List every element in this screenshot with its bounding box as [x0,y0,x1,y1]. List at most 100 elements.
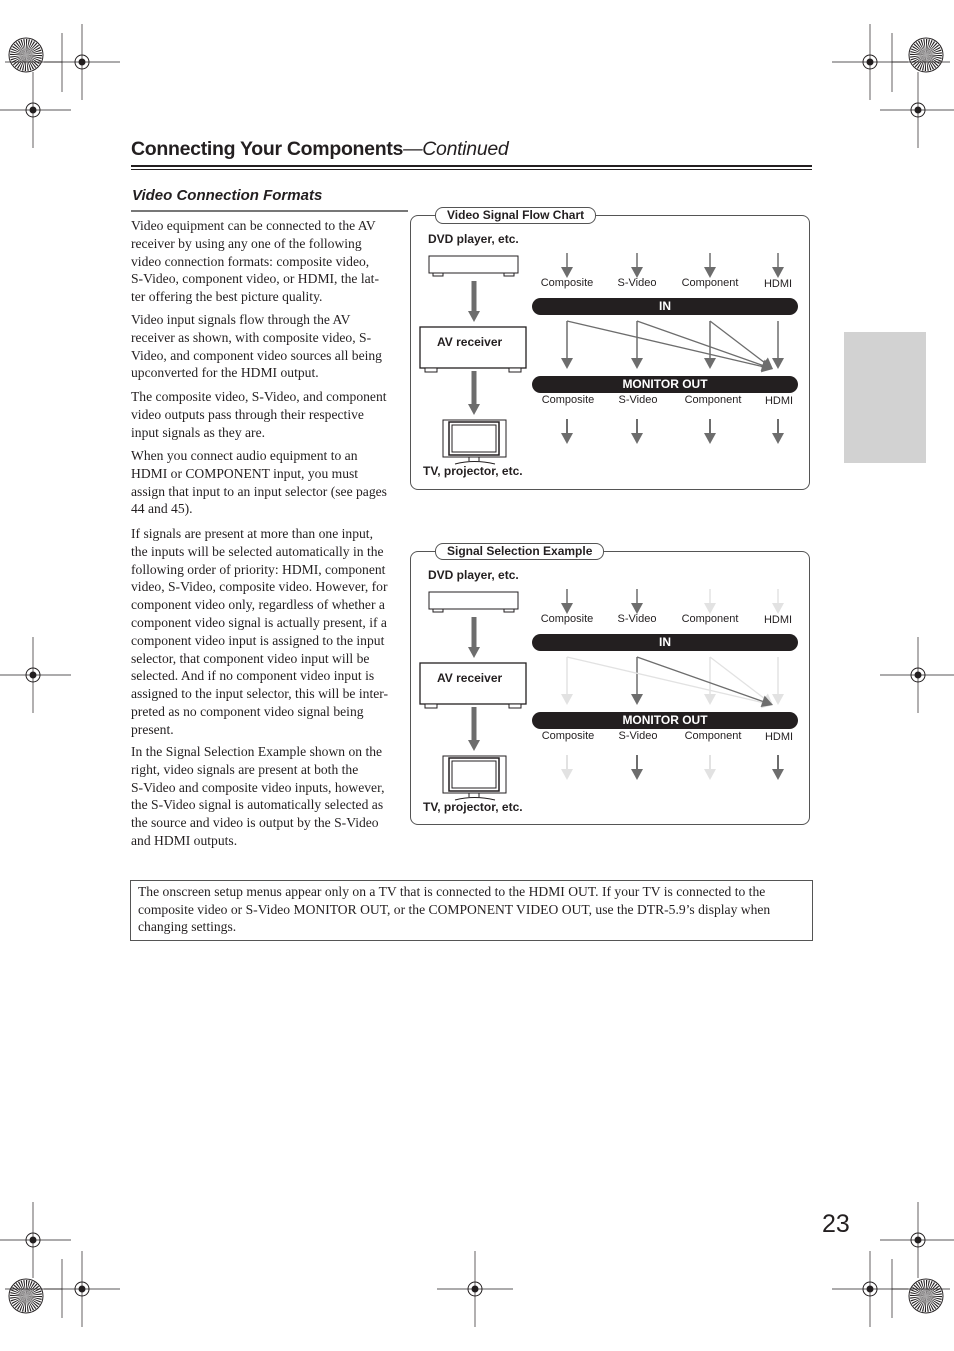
input-label: S-Video [617,613,657,625]
paragraph: If signals are present at more than one … [131,525,406,739]
input-arrow [631,253,643,278]
page-number: 23 [822,1210,850,1238]
output-arrow [631,419,643,444]
in-bar: IN [532,634,798,651]
passthrough-arrow [772,657,784,705]
paragraph-line: present. [131,721,174,737]
header-rule-thin [131,169,812,170]
output-arrow [772,755,784,780]
output-arrow [704,419,716,444]
display-label: TV, projector, etc. [423,800,523,814]
signal-selection-example: Signal Selection Example DVD player, etc.… [410,543,810,825]
input-arrow [561,253,573,278]
input-label: Component [681,277,739,289]
starburst-mark-icon [908,37,944,73]
header-title: Connecting Your Components [131,138,404,160]
source-to-receiver-arrow [468,281,480,322]
paragraph-line: selected. And if no component video inpu… [131,668,375,684]
paragraph-line: upconverted for the HDMI output. [131,365,319,381]
paragraph-line: In the Signal Selection Example shown on… [131,744,383,759]
source-label: DVD player, etc. [428,568,519,582]
paragraph-line: Video input signals flow through the AV [131,312,351,327]
passthrough-arrow [561,657,573,705]
passthrough-arrow [631,657,643,705]
input-arrow [561,589,573,614]
output-label: HDMI [764,731,794,743]
paragraph-line: selector, that component video input wil… [131,650,370,666]
passthrough-arrow [772,321,784,369]
registration-mark-icon [0,1202,71,1278]
paragraph-line: video connection formats: composite vide… [131,253,370,269]
upconvert-arrow [566,320,773,373]
paragraph-line: the source and video is output by the S-… [131,815,379,831]
upconvert-arrow [636,320,773,371]
section-title: Video Connection Formats [132,187,323,204]
registration-mark-icon [0,72,71,148]
header-continued: —Continued [403,138,509,160]
paragraph: When you connect audio equipment to an HD… [131,447,406,518]
monitor-out-bar: MONITOR OUT [532,376,798,393]
receiver-to-display-arrow [468,707,480,751]
output-label: HDMI [764,395,794,407]
receiver-to-display-arrow [468,371,480,415]
output-arrow [561,419,573,444]
input-label: Component [681,613,739,625]
paragraph-line: following order of priority: HDMI, compo… [131,561,386,577]
paragraph-line: assign that input to an input selector (… [131,483,387,499]
paragraph-line: video, S-Video, composite video. However… [131,579,388,595]
paragraph-line: ter offering the best picture quality. [131,289,323,305]
paragraph-line: receiver by using any one of the followi… [131,235,362,251]
starburst-mark-icon [908,1278,944,1314]
paragraph-line: input signals as they are. [131,424,266,440]
output-arrow [561,755,573,780]
input-arrow [631,589,643,614]
display-label: TV, projector, etc. [423,464,523,478]
output-label: S-Video [618,730,658,742]
paragraph-line: S-Video and composite video inputs, howe… [131,779,385,795]
paragraph-line: HDMI or COMPONENT input, you must [131,465,359,481]
paragraph-line: the inputs will be selected automaticall… [131,543,384,559]
input-arrow [704,589,716,614]
dvd-player-icon [428,255,519,274]
upconvert-arrow [636,656,773,707]
header-rule [131,165,812,167]
registration-mark-icon [437,1251,513,1327]
output-arrow [704,755,716,780]
monitor-out-bar: MONITOR OUT [532,712,798,729]
paragraph-line: right, video signals are present at both… [131,761,359,777]
starburst-mark-icon [8,37,44,73]
paragraph-line: Video, and component video sources all b… [131,347,382,363]
side-tab [844,332,926,463]
page-header: Connecting Your Components—Continued [131,138,509,161]
paragraph-line: receiver as shown, with composite video,… [131,329,372,345]
paragraph-line: the S-Video signal is automatically sele… [131,797,384,813]
registration-mark-icon [880,1202,954,1278]
paragraph: In the Signal Selection Example shown on… [131,743,406,850]
input-label: HDMI [763,614,793,626]
diagram-title: Video Signal Flow Chart [435,207,597,224]
video-signal-flow-chart: Video Signal Flow Chart DVD player, etc. A… [410,207,810,490]
dvd-player-icon [428,591,519,610]
passthrough-arrow [631,321,643,369]
source-to-receiver-arrow [468,617,480,658]
input-label: Composite [540,613,594,625]
registration-mark-icon [0,637,71,713]
output-arrow [631,755,643,780]
input-label: Composite [540,277,594,289]
tv-icon [442,419,507,465]
output-label: Composite [541,730,595,742]
paragraph-line: 44 and 45). [131,501,193,517]
source-label: DVD player, etc. [428,232,519,246]
paragraph-line: component video input is assigned to the… [131,632,385,648]
in-bar: IN [532,298,798,315]
receiver-label: AV receiver [437,671,503,685]
input-arrow [704,253,716,278]
note-box: The onscreen setup menus appear only on … [130,880,813,941]
paragraph: Video input signals flow through the AV r… [131,311,406,382]
output-label: Component [684,730,742,742]
paragraph-line: component video signal is actually prese… [131,614,387,630]
paragraph: The composite video, S-Video, and compon… [131,388,406,441]
tv-icon [442,755,507,801]
receiver-label: AV receiver [437,335,503,349]
input-arrow [772,589,784,614]
